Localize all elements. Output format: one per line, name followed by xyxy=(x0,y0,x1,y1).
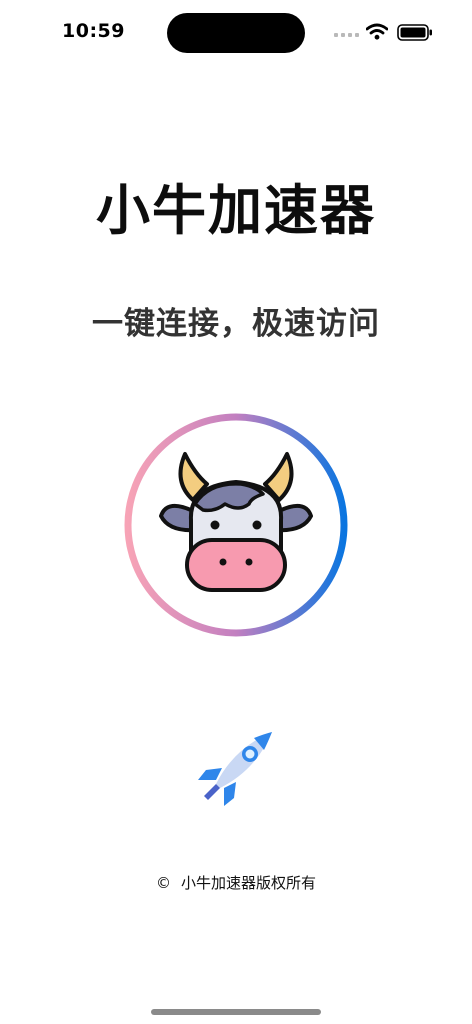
status-time: 10:59 xyxy=(62,20,125,42)
app-title: 小牛加速器 xyxy=(96,179,376,242)
copyright-icon: © xyxy=(155,873,171,892)
wifi-icon xyxy=(366,23,388,40)
battery-icon xyxy=(397,24,432,41)
cow-logo xyxy=(124,413,348,637)
rocket-icon[interactable] xyxy=(194,728,276,810)
signal-icon xyxy=(334,33,360,38)
copyright-text: 小牛加速器版权所有 xyxy=(180,874,316,892)
copyright-footer: © 小牛加速器版权所有 xyxy=(0,872,472,893)
status-bar: 10:59 xyxy=(0,0,472,60)
app-subtitle: 一键连接，极速访问 xyxy=(92,306,380,342)
home-indicator[interactable] xyxy=(151,1009,321,1015)
dynamic-island xyxy=(167,13,305,53)
